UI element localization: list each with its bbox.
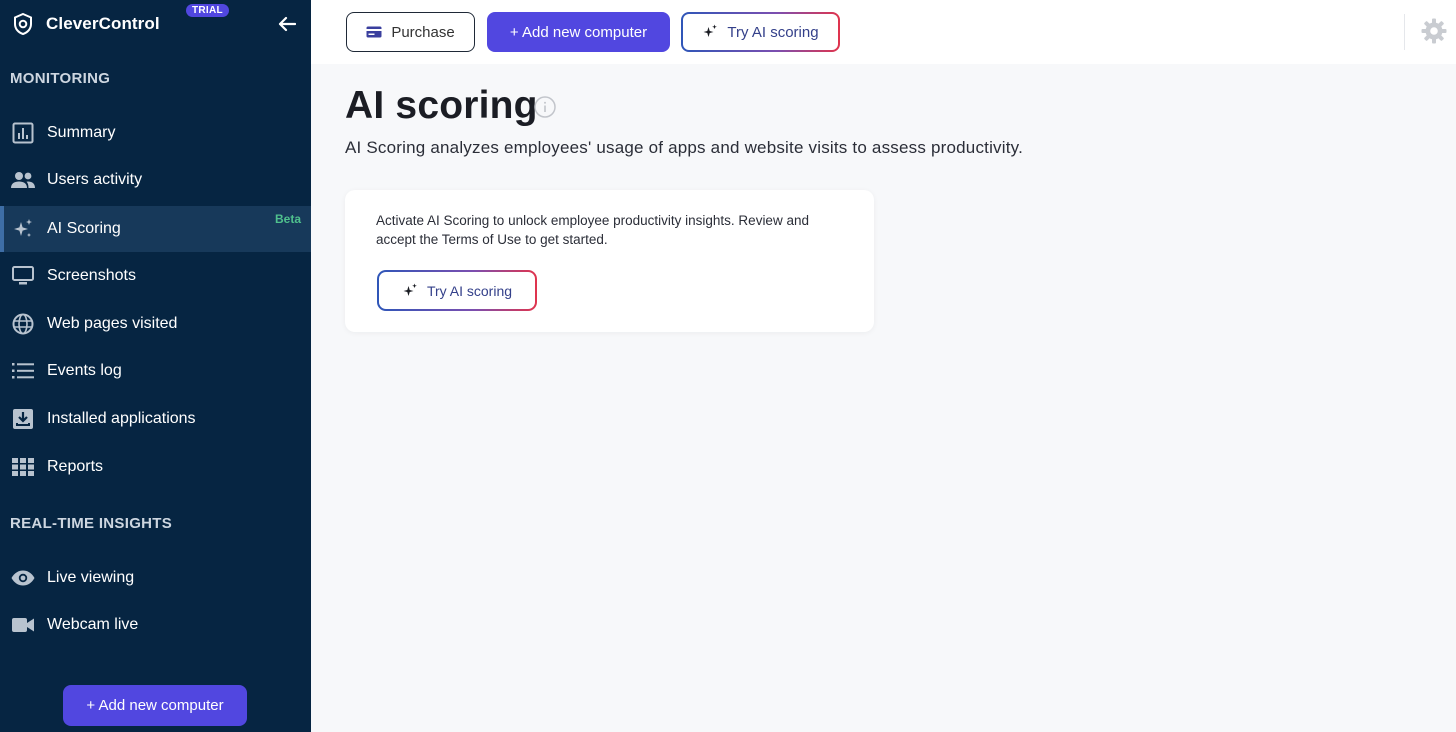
sidebar-item-webcam-live[interactable]: Webcam live — [0, 602, 311, 648]
sidebar-item-ai-scoring[interactable]: AI Scoring Beta — [0, 206, 311, 252]
sidebar-item-summary[interactable]: Summary — [0, 110, 311, 156]
sidebar-item-screenshots[interactable]: Screenshots — [0, 253, 311, 299]
sidebar: CleverControl TRIAL MONITORING Summary U… — [0, 0, 311, 732]
sidebar-item-live-viewing[interactable]: Live viewing — [0, 555, 311, 601]
sidebar-item-label: Installed applications — [47, 410, 196, 427]
list-icon — [11, 359, 35, 383]
sidebar-item-reports[interactable]: Reports — [0, 444, 311, 490]
sidebar-item-web-pages-visited[interactable]: Web pages visited — [0, 301, 311, 347]
gear-icon — [1421, 18, 1447, 44]
sidebar-item-label: Reports — [47, 458, 104, 475]
ai-scoring-card: Activate AI Scoring to unlock employee p… — [345, 190, 874, 332]
trial-badge: TRIAL — [186, 4, 229, 17]
sparkle-icon — [402, 283, 418, 299]
beta-badge: Beta — [274, 212, 301, 226]
shield-logo-icon — [12, 13, 34, 35]
card-try-ai-scoring-button[interactable]: Try AI scoring — [377, 270, 537, 311]
monitor-icon — [11, 264, 35, 288]
brand[interactable]: CleverControl — [12, 10, 160, 38]
sidebar-item-installed-applications[interactable]: Installed applications — [0, 396, 311, 442]
sidebar-item-label: Live viewing — [47, 569, 135, 586]
purchase-button[interactable]: Purchase — [346, 12, 475, 52]
page-title: AI scoring — [345, 84, 538, 127]
sidebar-item-label: Summary — [47, 124, 116, 141]
topbar: Purchase + Add new computer Try AI scori… — [311, 0, 1456, 64]
sidebar-item-label: Webcam live — [47, 616, 139, 633]
videocam-icon — [11, 613, 35, 637]
try-ai-scoring-button[interactable]: Try AI scoring — [681, 12, 840, 52]
credit-card-icon — [366, 26, 382, 38]
topbar-divider — [1404, 14, 1405, 50]
section-title-realtime: REAL-TIME INSIGHTS — [10, 515, 173, 532]
info-icon[interactable] — [534, 96, 556, 118]
sidebar-item-events-log[interactable]: Events log — [0, 348, 311, 394]
grid-icon — [11, 455, 35, 479]
settings-button[interactable] — [1420, 17, 1448, 45]
download-box-icon — [11, 407, 35, 431]
sidebar-add-computer-button[interactable]: + Add new computer — [63, 685, 247, 726]
users-icon — [11, 168, 35, 192]
sparkle-icon — [11, 217, 35, 241]
bar-chart-icon — [11, 121, 35, 145]
purchase-label: Purchase — [391, 23, 455, 41]
sidebar-item-label: Screenshots — [47, 267, 136, 284]
sidebar-item-users-activity[interactable]: Users activity — [0, 157, 311, 203]
card-description: Activate AI Scoring to unlock employee p… — [376, 213, 809, 247]
eye-icon — [11, 566, 35, 590]
collapse-sidebar-button[interactable] — [276, 13, 298, 35]
add-new-computer-button[interactable]: + Add new computer — [487, 12, 670, 52]
sidebar-item-label: AI Scoring — [47, 220, 121, 237]
page-subtitle: AI Scoring analyzes employees' usage of … — [345, 138, 1024, 157]
brand-name: CleverControl — [46, 14, 160, 33]
sidebar-item-label: Users activity — [47, 171, 143, 188]
sidebar-item-label: Web pages visited — [47, 315, 178, 332]
card-button-label: Try AI scoring — [426, 282, 513, 299]
arrow-left-icon — [278, 16, 296, 32]
sidebar-item-label: Events log — [47, 362, 122, 379]
sparkle-icon — [702, 24, 718, 40]
globe-icon — [11, 312, 35, 336]
try-ai-scoring-label: Try AI scoring — [727, 23, 819, 41]
section-title-monitoring: MONITORING — [10, 70, 111, 87]
